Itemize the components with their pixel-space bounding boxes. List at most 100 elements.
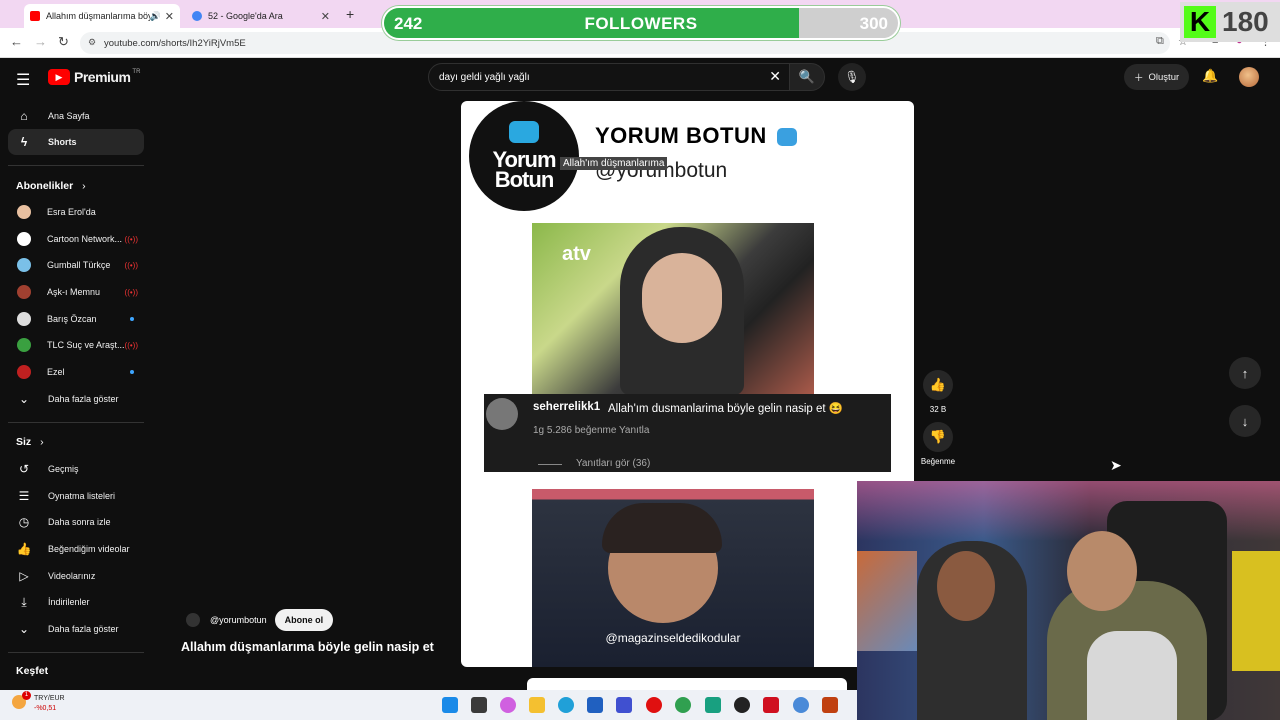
search-input[interactable]: dayı geldi yağlı yağlı ✕ (428, 63, 790, 91)
subscriptions-heading[interactable]: Abonelikler › (16, 180, 86, 192)
close-tab-icon[interactable]: ✕ (321, 10, 330, 23)
opera-icon[interactable] (646, 697, 662, 713)
show-more-subscriptions[interactable]: ⌄ Daha fazla göster (8, 386, 144, 412)
notifications-bell-icon[interactable]: 🔔 (1202, 68, 1218, 84)
sidebar-item-home[interactable]: ⌂ Ana Sayfa (8, 103, 144, 129)
arrow-down-icon: ↓ (1241, 413, 1249, 429)
site-info-icon[interactable]: ⚙ (88, 37, 96, 48)
you-title: Siz (16, 436, 32, 448)
sidebar-item-liked[interactable]: 👍 Beğendiğim videolar (8, 536, 144, 562)
sidebar-item-your-videos[interactable]: ▷ Videolarınız (8, 563, 144, 589)
sidebar-item-label: Shorts (48, 137, 77, 147)
install-app-icon[interactable]: ⧉ (1156, 35, 1164, 48)
sidebar-item-label: Barış Özcan (47, 314, 97, 324)
microphone-icon: 🎙 (844, 70, 860, 84)
followers-goal: 300 (859, 14, 888, 33)
channel-avatar (17, 365, 31, 379)
channel-name[interactable]: @yorumbotun (210, 615, 267, 625)
sidebar-item-label: Aşk-ı Memnu (47, 287, 101, 297)
divider (8, 652, 144, 653)
followers-label: FOLLOWERS (584, 14, 698, 33)
sidebar-sub-cartoon-network[interactable]: Cartoon Network... ((•)) (8, 226, 144, 252)
dislike-button[interactable]: 👎 (923, 422, 953, 452)
voice-search-button[interactable]: 🎙 (838, 63, 866, 91)
logo-line-2: Botun (494, 167, 555, 192)
sidebar-item-label: Beğendiğim videolar (48, 544, 130, 554)
plus-icon: ＋ (1134, 73, 1144, 84)
teams-icon[interactable] (616, 697, 632, 713)
brand-title-text: YORUM BOTUN (595, 123, 767, 148)
sidebar-item-label: Ana Sayfa (48, 111, 90, 121)
new-tab-icon[interactable]: + (346, 6, 354, 22)
previous-short-button[interactable]: ↑ (1229, 357, 1261, 389)
shorts-video-player[interactable]: Yorum Botun YORUM BOTUN @yorumbotun atv … (461, 101, 914, 667)
speaker-icon[interactable]: 🔊 (150, 11, 161, 22)
chrome-profile-icon[interactable] (793, 697, 809, 713)
sidebar-sub-baris-ozcan[interactable]: Barış Özcan (8, 306, 144, 332)
explore-heading: Keşfet (16, 665, 49, 677)
search-icon: 🔍 (798, 69, 816, 84)
media-app-icon[interactable] (763, 697, 779, 713)
tab-active[interactable]: Allahım düşmanlarıma böy 🔊 ✕ (24, 4, 180, 28)
file-explorer-icon[interactable] (529, 697, 545, 713)
copilot-icon[interactable] (500, 697, 516, 713)
sidebar-item-watch-later[interactable]: ◷ Daha sonra izle (8, 509, 144, 535)
sidebar-sub-ask-i-memnu[interactable]: Aşk-ı Memnu ((•)) (8, 279, 144, 305)
channel-avatar[interactable] (186, 613, 200, 627)
show-more-you[interactable]: ⌄ Daha fazla göster (8, 616, 144, 642)
sidebar-item-playlists[interactable]: ☰ Oynatma listeleri (8, 483, 144, 509)
robot-emoji-icon (777, 128, 798, 147)
sidebar-item-label: Geçmiş (48, 464, 79, 474)
reload-icon[interactable]: ↻ (58, 34, 69, 50)
tab-google[interactable]: 52 - Google'da Ara ✕ (186, 4, 336, 28)
clear-search-icon[interactable]: ✕ (769, 68, 781, 85)
ticker-change: -%0,51 (34, 705, 57, 712)
you-heading[interactable]: Siz › (16, 436, 44, 448)
channel-avatar (17, 232, 31, 246)
sidebar-sub-esra-erol[interactable]: Esra Erol'da (8, 199, 144, 225)
account-avatar[interactable] (1239, 67, 1259, 87)
close-tab-icon[interactable]: ✕ (165, 10, 174, 23)
arrow-up-icon: ↑ (1241, 365, 1249, 381)
sidebar-item-downloads[interactable]: ⤓ İndirilenler (8, 589, 144, 615)
search-button[interactable]: 🔍 (789, 63, 825, 91)
live-icon: ((•)) (124, 340, 138, 350)
comment-username: seherrelikk1 (533, 401, 601, 413)
person-right-shirt (1087, 631, 1177, 720)
edge-icon[interactable] (558, 697, 574, 713)
chevron-down-icon: ⌄ (18, 622, 30, 636)
windows-taskbar: 1 TRY/EUR -%0,51 (0, 690, 857, 720)
divider (8, 165, 144, 166)
sidebar-item-label: Esra Erol'da (47, 207, 96, 217)
sidebar-sub-gumball[interactable]: Gumball Türkçe ((•)) (8, 252, 144, 278)
sidebar-sub-tlc[interactable]: TLC Suç ve Araşt... ((•)) (8, 332, 144, 358)
create-button[interactable]: ＋ Oluştur (1124, 64, 1190, 90)
tab-label: 52 - Google'da Ara (208, 11, 283, 21)
back-arrow-icon[interactable]: ← (10, 34, 23, 49)
sidebar-item-label: Cartoon Network... (47, 234, 123, 244)
channel-avatar (17, 258, 31, 272)
youtube-logo[interactable]: ▶ Premium TR (48, 69, 140, 85)
forward-arrow-icon[interactable]: → (34, 34, 47, 49)
channel-avatar (17, 205, 31, 219)
active-app-icon[interactable] (822, 697, 838, 713)
obs-icon[interactable] (734, 697, 750, 713)
sidebar-item-label: TLC Suç ve Araşt... (47, 340, 125, 350)
sidebar-item-shorts[interactable]: ϟ Shorts (8, 129, 144, 155)
live-icon: ((•)) (124, 234, 138, 244)
subscribe-button[interactable]: Abone ol (274, 609, 334, 631)
task-view-icon[interactable] (471, 697, 487, 713)
sidebar-item-history[interactable]: ↺ Geçmiş (8, 456, 144, 482)
chrome-icon[interactable] (675, 697, 691, 713)
like-button[interactable]: 👍 (923, 370, 953, 400)
ticker-label: TRY/EUR (34, 695, 65, 702)
sidebar-sub-ezel[interactable]: Ezel (8, 359, 144, 385)
app-icon[interactable] (705, 697, 721, 713)
thumbs-down-icon: 👎 (929, 429, 947, 444)
store-icon[interactable] (587, 697, 603, 713)
person-left-head (937, 551, 995, 621)
sidebar-item-label: Oynatma listeleri (48, 491, 116, 501)
menu-hamburger-icon[interactable]: ☰ (16, 70, 30, 90)
windows-start-icon[interactable] (442, 697, 458, 713)
next-short-button[interactable]: ↓ (1229, 405, 1261, 437)
